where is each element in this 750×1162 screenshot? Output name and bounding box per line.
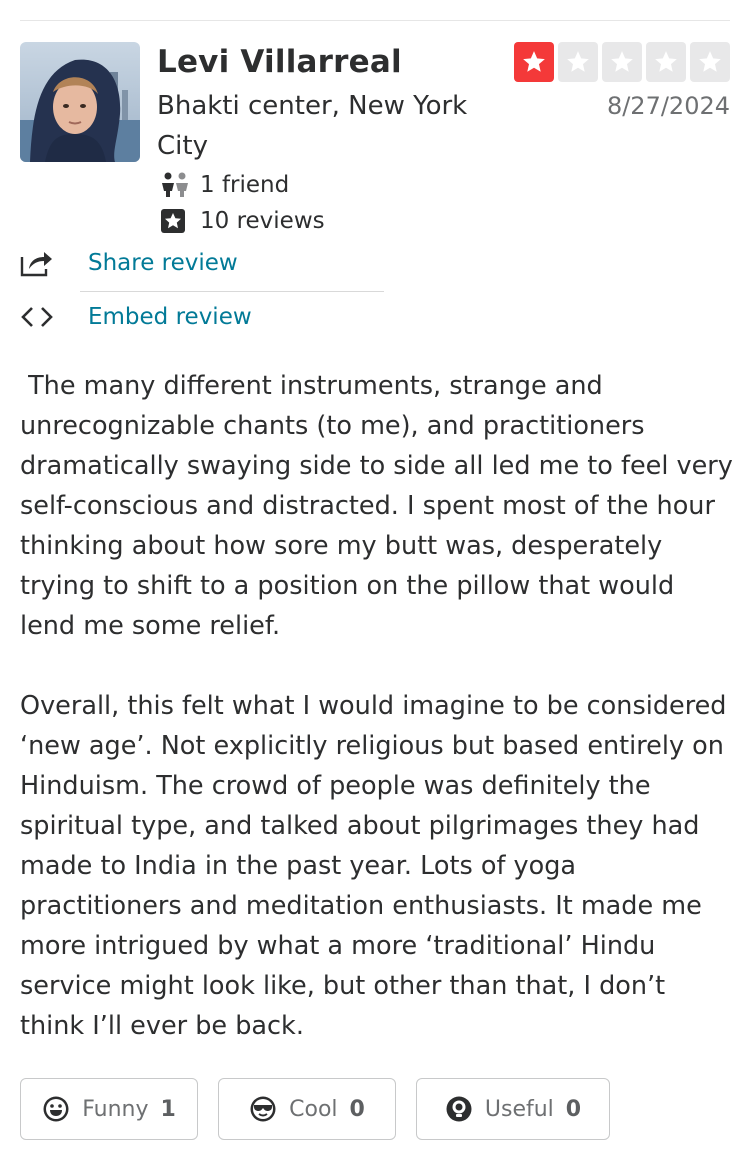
cool-count: 0 xyxy=(349,1096,365,1122)
friends-count: 1 friend xyxy=(200,172,290,198)
lightbulb-icon xyxy=(446,1096,472,1122)
reviews-count: 10 reviews xyxy=(200,208,325,234)
star-icon xyxy=(558,42,598,82)
funny-label: Funny xyxy=(82,1096,149,1122)
review-date: 8/27/2024 xyxy=(606,92,730,120)
friends-stat: 1 friend xyxy=(160,170,289,200)
cool-label: Cool xyxy=(289,1096,338,1122)
friends-icon xyxy=(160,172,190,198)
share-icon xyxy=(20,248,58,278)
useful-count: 0 xyxy=(565,1096,582,1122)
code-brackets-icon xyxy=(20,302,58,332)
star-icon xyxy=(514,42,554,82)
share-review-label[interactable]: Share review xyxy=(88,250,238,276)
star-icon xyxy=(690,42,730,82)
sunglasses-face-icon xyxy=(250,1096,276,1122)
review-paragraph: The many different instruments, strange … xyxy=(20,371,741,641)
reviewer-location: Bhakti center, New York City xyxy=(157,91,468,161)
star-rating xyxy=(514,42,730,82)
actions-divider xyxy=(80,291,384,292)
top-divider xyxy=(20,20,730,21)
funny-face-icon xyxy=(43,1096,69,1122)
reviewer-name[interactable]: Levi Villarreal xyxy=(157,44,402,80)
funny-count: 1 xyxy=(160,1096,176,1122)
reviews-stat: 10 reviews xyxy=(160,206,325,236)
share-review-link[interactable]: Share review xyxy=(20,248,238,278)
embed-review-link[interactable]: Embed review xyxy=(20,302,252,332)
embed-review-label[interactable]: Embed review xyxy=(88,304,252,330)
avatar[interactable] xyxy=(20,42,140,162)
star-icon xyxy=(646,42,686,82)
funny-button[interactable]: Funny 1 xyxy=(20,1078,198,1140)
review-paragraph: Overall, this felt what I would imagine … xyxy=(20,691,727,1041)
star-icon xyxy=(602,42,642,82)
cool-button[interactable]: Cool 0 xyxy=(218,1078,396,1140)
useful-button[interactable]: Useful 0 xyxy=(416,1078,610,1140)
review-body: The many different instruments, strange … xyxy=(20,366,735,1046)
useful-label: Useful xyxy=(484,1096,554,1122)
review-star-icon xyxy=(160,208,190,234)
